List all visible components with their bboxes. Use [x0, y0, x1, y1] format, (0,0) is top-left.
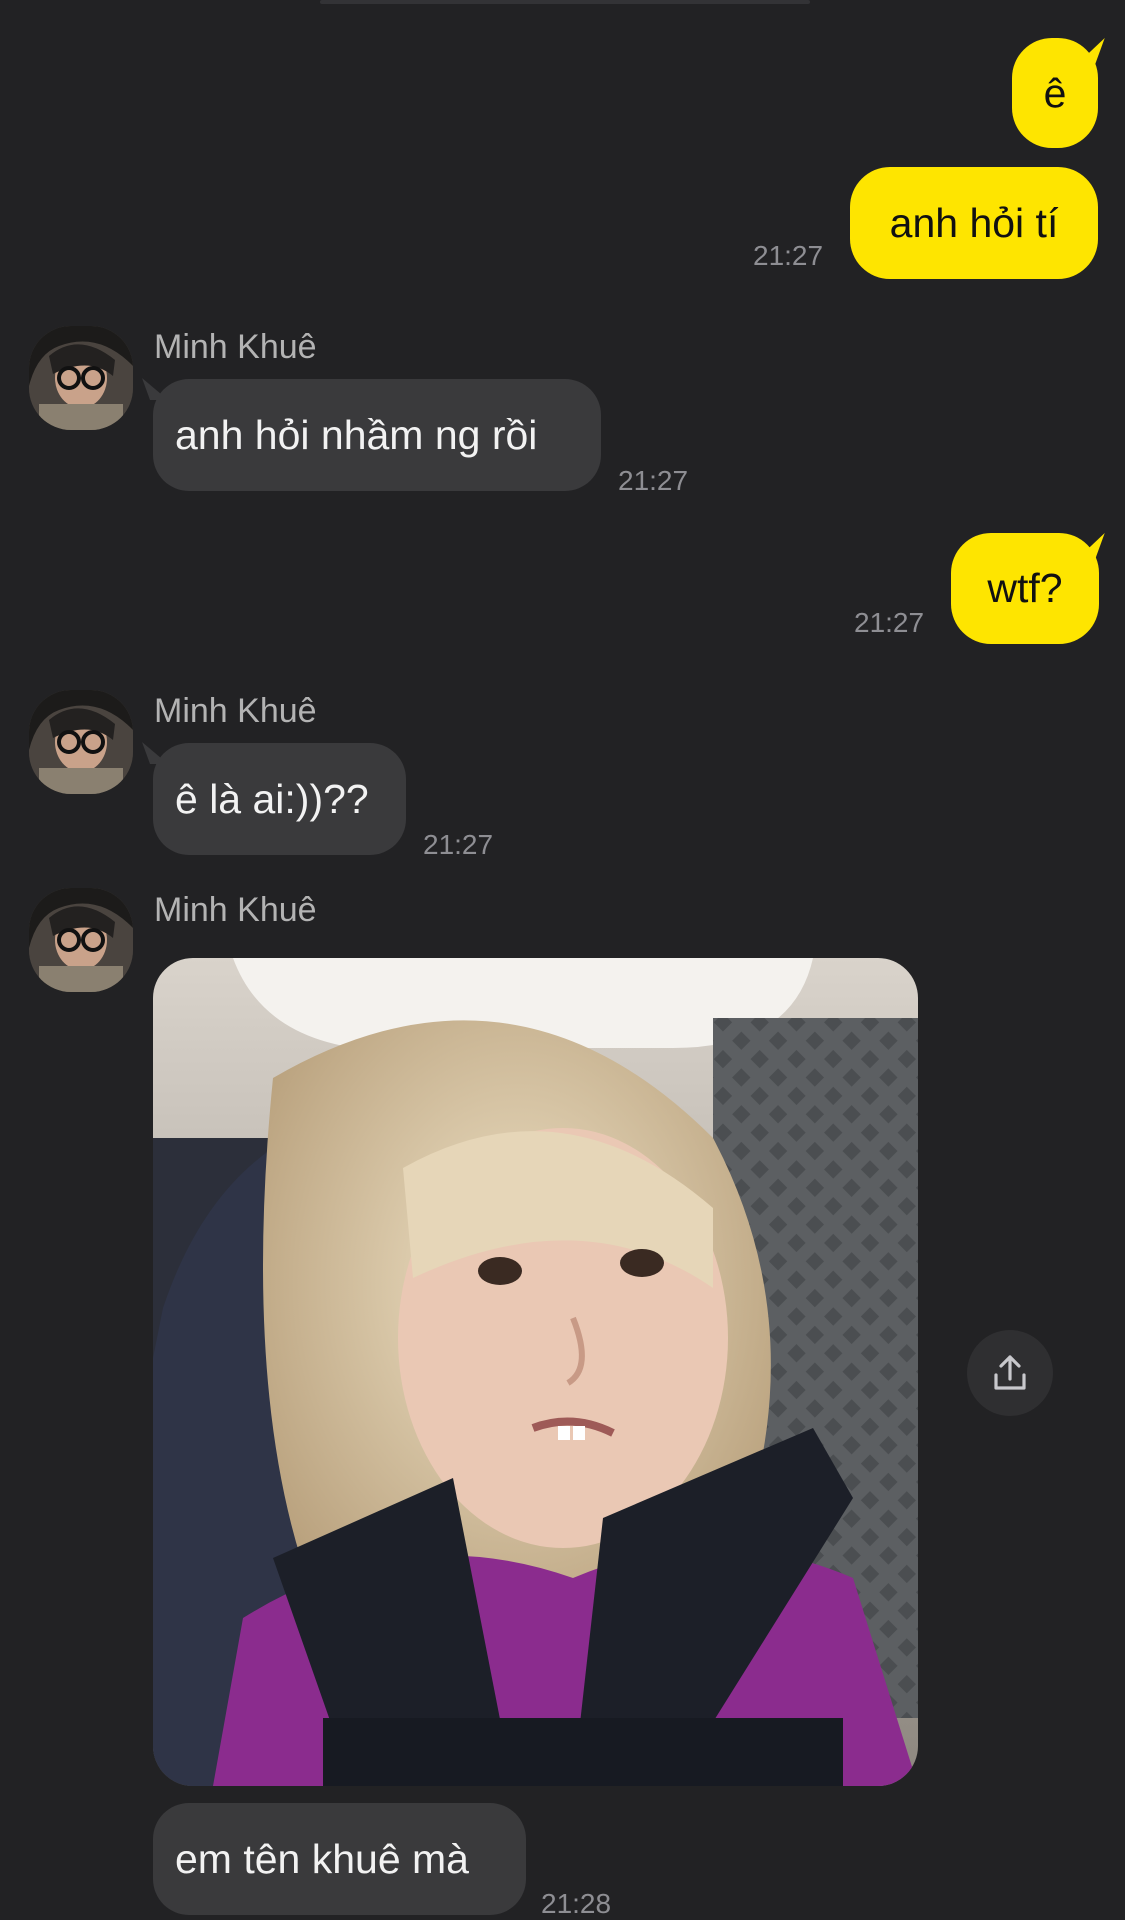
message-time: 21:28: [541, 1888, 612, 1919]
message-time: 21:27: [753, 240, 824, 271]
message-text: wtf?: [987, 565, 1063, 611]
avatar[interactable]: [29, 326, 133, 430]
incoming-message[interactable]: em tên khuê mà: [153, 1803, 526, 1915]
avatar[interactable]: [29, 690, 133, 794]
share-icon: [994, 1355, 1026, 1390]
sender-name: Minh Khuê: [154, 328, 317, 366]
sender-name: Minh Khuê: [154, 692, 317, 730]
image-message[interactable]: [153, 958, 918, 1786]
share-button[interactable]: [967, 1330, 1053, 1416]
top-edge-bar: [320, 0, 810, 4]
outgoing-message[interactable]: wtf?: [951, 533, 1099, 644]
outgoing-message[interactable]: anh hỏi tí: [850, 167, 1098, 279]
incoming-message[interactable]: ê là ai:))??: [153, 743, 406, 855]
incoming-message[interactable]: anh hỏi nhầm ng rồi: [153, 379, 601, 491]
message-text: anh hỏi nhầm ng rồi: [175, 411, 538, 458]
message-text: ê là ai:))??: [175, 775, 369, 822]
message-text: anh hỏi tí: [889, 199, 1059, 246]
message-time: 21:27: [423, 829, 494, 860]
avatar[interactable]: [29, 888, 133, 992]
message-time: 21:27: [618, 465, 689, 496]
bubble-tail: [1077, 38, 1105, 64]
message-time: 21:27: [854, 607, 925, 638]
sender-name: Minh Khuê: [154, 891, 317, 929]
bubble-tail: [1077, 533, 1105, 559]
photo-meme-confused-girl-icon: [153, 958, 918, 1786]
message-text: em tên khuê mà: [175, 1835, 469, 1882]
message-text: ê: [1043, 69, 1067, 116]
